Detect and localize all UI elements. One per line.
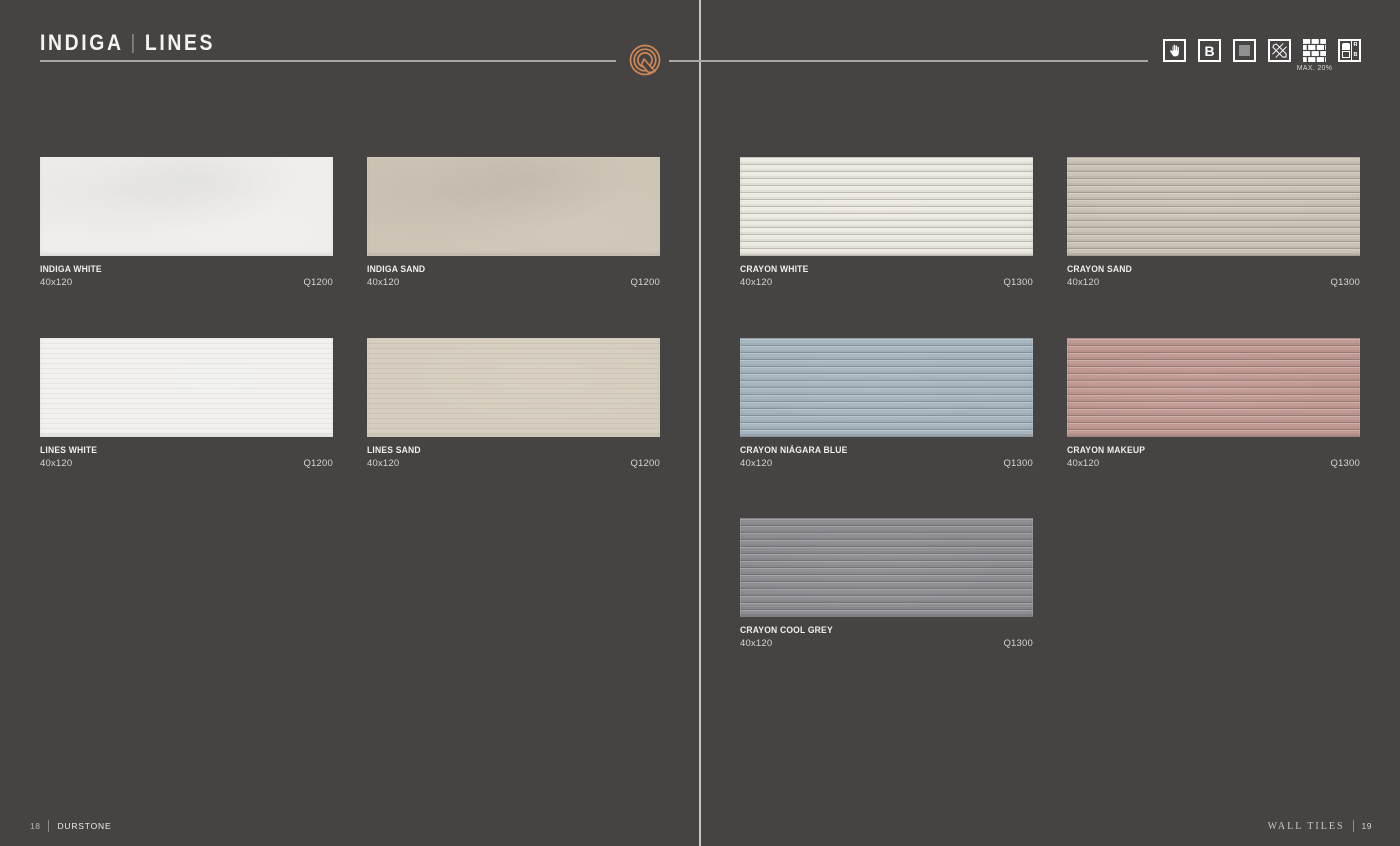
product-code: Q1300 (1003, 638, 1033, 649)
product-name: CRAYON NIÁGARA BLUE (740, 445, 848, 455)
tile-swatch (1067, 157, 1360, 256)
plain-tile-icon (1233, 39, 1256, 62)
product-code: Q1200 (303, 277, 333, 288)
rb-letter-r: R (1353, 42, 1358, 48)
page-title-secondary: LINES (144, 30, 216, 55)
tile-swatch (1067, 338, 1360, 437)
pencil-crosshatch-icon (1272, 43, 1287, 58)
tile-profile-icon (1341, 42, 1350, 50)
product-size: 40x120 (40, 277, 73, 288)
product-code: Q1300 (1330, 277, 1360, 288)
rb-letter-b: B (1353, 51, 1358, 58)
rb-icon-shapes (1340, 41, 1351, 60)
product-card-lines-white: LINES WHITE 40x120 Q1200 (40, 338, 333, 469)
product-size: 40x120 (367, 277, 400, 288)
footer-divider (48, 820, 50, 832)
product-code: Q1200 (630, 277, 660, 288)
product-code: Q1300 (1330, 458, 1360, 469)
product-card-indiga-sand: INDIGA SAND 40x120 Q1200 (367, 157, 660, 288)
product-code: Q1200 (630, 458, 660, 469)
product-card-crayon-makeup: CRAYON MAKEUP 40x120 Q1300 (1067, 338, 1360, 469)
tile-outline-icon (1341, 51, 1350, 59)
tile-swatch (40, 338, 333, 437)
product-code: Q1300 (1003, 458, 1033, 469)
product-code: Q1200 (303, 458, 333, 469)
hand-icon (1169, 44, 1179, 56)
tile-swatch (367, 157, 660, 256)
product-size: 40x120 (740, 458, 773, 469)
brick-pattern-icon (1303, 39, 1326, 62)
product-size: 40x120 (740, 638, 773, 649)
product-name: CRAYON MAKEUP (1067, 445, 1146, 455)
product-size: 40x120 (740, 277, 773, 288)
product-card-crayon-sand: CRAYON SAND 40x120 Q1300 (1067, 157, 1360, 288)
tile-swatch (40, 157, 333, 256)
tile-swatch (740, 338, 1033, 437)
product-name: INDIGA WHITE (40, 264, 102, 274)
product-name: INDIGA SAND (367, 264, 426, 274)
page-spread-divider (699, 0, 701, 846)
legend-icons-row: B MAX. 20% R B (1163, 39, 1361, 72)
product-name: CRAYON WHITE (740, 264, 809, 274)
tile-swatch (740, 518, 1033, 617)
rectified-bevel-icon: R B (1338, 39, 1361, 62)
brand-name: DURSTONE (57, 821, 112, 831)
shade-variation-icon: MAX. 20% (1297, 39, 1332, 72)
square-icon (1239, 45, 1250, 56)
max-percentage-caption: MAX. 20% (1296, 65, 1333, 72)
product-size: 40x120 (367, 458, 400, 469)
footer-left: 18 DURSTONE (30, 820, 111, 832)
b-finish-icon: B (1198, 39, 1221, 62)
product-card-lines-sand: LINES SAND 40x120 Q1200 (367, 338, 660, 469)
product-name: LINES SAND (367, 445, 421, 455)
page-title-separator: | (130, 32, 138, 54)
product-name: CRAYON SAND (1067, 264, 1132, 274)
page-number-right: 19 (1361, 821, 1372, 831)
section-name: WALL TILES (1267, 820, 1345, 832)
page-number-left: 18 (30, 821, 41, 831)
tile-swatch (367, 338, 660, 437)
product-card-crayon-niagara-blue: CRAYON NIÁGARA BLUE 40x120 Q1300 (740, 338, 1033, 469)
product-size: 40x120 (1067, 458, 1100, 469)
header-rule-right (669, 60, 1148, 62)
product-size: 40x120 (40, 458, 73, 469)
header-rule-left (40, 60, 616, 62)
decor-mix-icon (1268, 39, 1291, 62)
product-size: 40x120 (1067, 277, 1100, 288)
footer-right: WALL TILES 19 (1268, 820, 1372, 832)
product-card-crayon-cool-grey: CRAYON COOL GREY 40x120 Q1300 (740, 518, 1033, 649)
tile-swatch (740, 157, 1033, 256)
product-name: CRAYON COOL GREY (740, 625, 833, 635)
page-title: INDIGA | LINES (40, 30, 215, 56)
product-code: Q1300 (1003, 277, 1033, 288)
product-card-indiga-white: INDIGA WHITE 40x120 Q1200 (40, 157, 333, 288)
product-card-crayon-white: CRAYON WHITE 40x120 Q1300 (740, 157, 1033, 288)
rb-letters: R B (1351, 41, 1359, 60)
b-letter: B (1204, 42, 1215, 59)
page-title-primary: INDIGA (40, 30, 124, 55)
footer-divider (1352, 820, 1354, 832)
handmade-icon (1163, 39, 1186, 62)
q-brand-logo (629, 44, 661, 76)
product-name: LINES WHITE (40, 445, 98, 455)
